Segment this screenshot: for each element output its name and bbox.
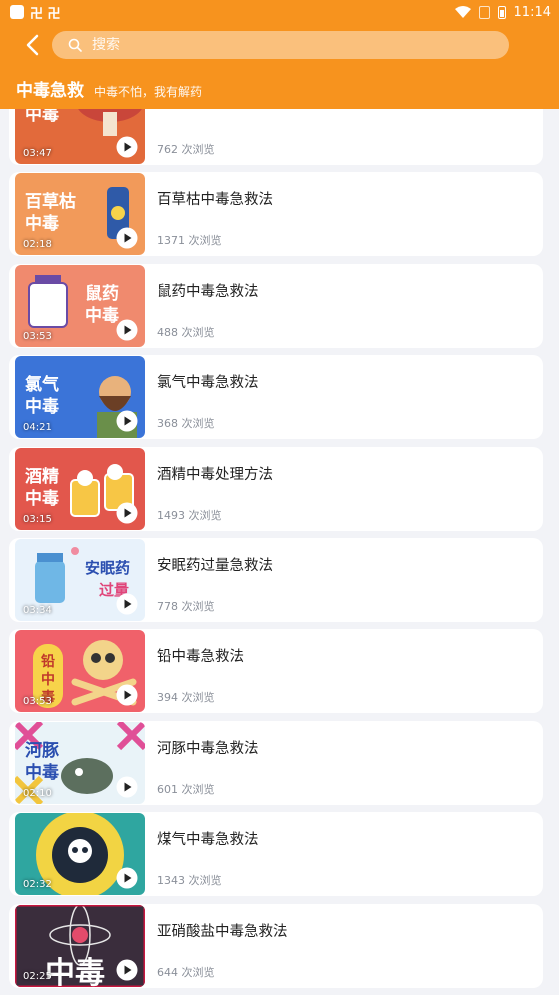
video-thumbnail[interactable]: 铅中毒 03:53 — [15, 630, 145, 713]
sim-icon — [478, 5, 490, 19]
view-count: 488 次浏览 — [157, 325, 215, 339]
svg-text:中毒: 中毒 — [25, 396, 59, 417]
svg-text:中毒: 中毒 — [25, 213, 59, 234]
play-icon[interactable] — [116, 502, 138, 524]
notification-icon — [10, 5, 24, 19]
search-bar[interactable] — [52, 31, 509, 59]
app-header: 卍 卍 11:14 中毒急救 中毒不怕，我有解药 — [0, 0, 559, 109]
play-icon[interactable] — [116, 593, 138, 615]
notification-text: 卍 卍 — [30, 6, 61, 22]
status-bar: 卍 卍 11:14 — [0, 0, 559, 24]
video-list[interactable]: 毒蘑菇中毒03:47 762 次浏览百草枯中毒02:18 百草枯中毒急救法137… — [0, 109, 559, 995]
play-icon[interactable] — [116, 959, 138, 981]
video-duration: 02:25 — [23, 970, 52, 982]
video-duration: 03:53 — [23, 330, 52, 342]
video-card[interactable]: 中毒 02:25 亚硝酸盐中毒急救法 644 次浏览 — [9, 903, 543, 988]
play-icon[interactable] — [116, 319, 138, 341]
video-card[interactable]: 鼠药 中毒 03:53 鼠药中毒急救法 488 次浏览 — [9, 263, 543, 348]
svg-text:安眠药: 安眠药 — [85, 559, 130, 577]
svg-text:中: 中 — [41, 671, 55, 688]
search-input[interactable] — [92, 37, 472, 53]
video-thumbnail[interactable]: 酒精 中毒 03:15 — [15, 447, 145, 530]
page-subtitle: 中毒不怕，我有解药 — [94, 85, 203, 99]
svg-text:百草枯: 百草枯 — [25, 191, 76, 212]
svg-text:中毒: 中毒 — [45, 956, 105, 987]
video-duration: 03:15 — [23, 513, 52, 525]
video-card[interactable]: 百草枯 中毒 02:18 百草枯中毒急救法 1371 次浏览 — [9, 172, 543, 257]
view-count: 1343 次浏览 — [157, 874, 222, 888]
svg-text:酒精: 酒精 — [25, 466, 59, 487]
view-count: 394 次浏览 — [157, 691, 215, 705]
video-card[interactable]: 酒精 中毒 03:15 酒精中毒处理方法 1493 次浏览 — [9, 446, 543, 531]
video-thumbnail[interactable]: 中毒 02:25 — [15, 904, 145, 987]
video-card[interactable]: 02:32 煤气中毒急救法 1343 次浏览 — [9, 812, 543, 897]
play-icon[interactable] — [116, 136, 138, 158]
video-thumbnail[interactable]: 鼠药 中毒 03:53 — [15, 264, 145, 347]
video-thumbnail[interactable]: 氯气 中毒 04:21 — [15, 356, 145, 439]
video-title: 铅中毒急救法 — [157, 649, 244, 666]
view-count: 762 次浏览 — [157, 143, 215, 156]
page-title: 中毒急救 — [16, 81, 84, 101]
view-count: 1493 次浏览 — [157, 508, 222, 522]
video-card[interactable]: 铅中毒 03:53 铅中毒急救法 394 次浏览 — [9, 629, 543, 714]
video-thumbnail[interactable]: 毒蘑菇中毒03:47 — [15, 109, 145, 164]
video-thumbnail[interactable]: 02:32 — [15, 813, 145, 896]
svg-text:中毒: 中毒 — [25, 762, 59, 783]
video-thumbnail[interactable]: 安眠药 过量 03:34 — [15, 539, 145, 621]
video-duration: 03:34 — [23, 605, 52, 616]
video-card[interactable]: 毒蘑菇中毒03:47 762 次浏览 — [9, 109, 543, 165]
wifi-icon — [454, 6, 471, 18]
back-button[interactable] — [14, 27, 50, 63]
video-title: 河豚中毒急救法 — [157, 740, 259, 757]
svg-text:鼠药: 鼠药 — [85, 283, 119, 304]
chevron-left-icon — [26, 34, 39, 56]
video-duration: 03:47 — [23, 148, 52, 159]
video-title: 亚硝酸盐中毒急救法 — [157, 923, 288, 940]
video-duration: 04:21 — [23, 422, 52, 434]
video-thumbnail[interactable]: 百草枯 中毒 02:18 — [15, 173, 145, 256]
svg-text:中毒: 中毒 — [25, 488, 59, 509]
play-icon[interactable] — [116, 227, 138, 249]
view-count: 644 次浏览 — [157, 965, 215, 979]
video-card[interactable]: 氯气 中毒 04:21 氯气中毒急救法 368 次浏览 — [9, 355, 543, 440]
clock: 11:14 — [513, 4, 551, 20]
video-card[interactable]: 安眠药 过量 03:34 安眠药过量急救法 778 次浏览 — [9, 538, 543, 622]
video-title: 百草枯中毒急救法 — [157, 192, 273, 209]
view-count: 368 次浏览 — [157, 417, 215, 431]
video-duration: 02:18 — [23, 239, 52, 251]
video-thumbnail[interactable]: 河豚 中毒 02:10 — [15, 721, 145, 804]
play-icon[interactable] — [116, 684, 138, 706]
view-count: 778 次浏览 — [157, 600, 215, 613]
video-title: 氯气中毒急救法 — [157, 375, 259, 392]
video-duration: 02:32 — [23, 879, 52, 891]
video-duration: 03:53 — [23, 696, 52, 708]
svg-text:中毒: 中毒 — [25, 109, 59, 125]
svg-text:河豚: 河豚 — [25, 741, 59, 761]
svg-text:氯气: 氯气 — [25, 374, 59, 395]
video-card[interactable]: 河豚 中毒 02:10 河豚中毒急救法 601 次浏览 — [9, 720, 543, 805]
video-title: 安眠药过量急救法 — [157, 558, 273, 574]
video-title: 煤气中毒急救法 — [157, 832, 259, 849]
play-icon[interactable] — [116, 867, 138, 889]
play-icon[interactable] — [116, 410, 138, 432]
play-icon[interactable] — [116, 776, 138, 798]
battery-icon — [497, 5, 506, 19]
video-title: 鼠药中毒急救法 — [157, 283, 259, 300]
svg-text:中毒: 中毒 — [85, 305, 119, 326]
video-duration: 02:10 — [23, 787, 52, 799]
search-icon — [68, 38, 82, 52]
video-title: 酒精中毒处理方法 — [157, 466, 273, 483]
view-count: 1371 次浏览 — [157, 234, 222, 248]
svg-text:铅: 铅 — [40, 653, 55, 670]
view-count: 601 次浏览 — [157, 782, 215, 796]
